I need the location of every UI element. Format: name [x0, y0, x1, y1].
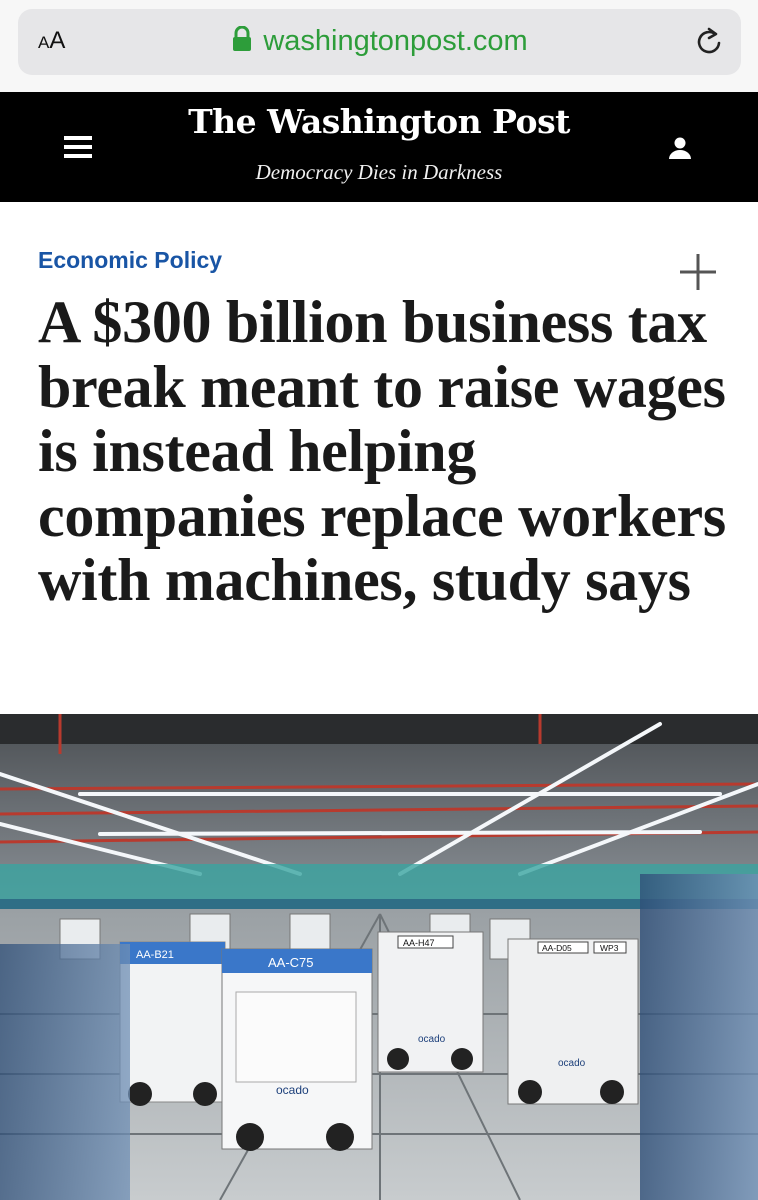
site-logo[interactable]: The Washington Post [0, 102, 758, 141]
address-bar[interactable]: AA washingtonpost.com [18, 9, 741, 75]
site-tagline: Democracy Dies in Darkness [255, 160, 503, 184]
section-label[interactable]: Economic Policy [38, 247, 222, 274]
robot-aa-d05: AA-D05 WP3 ocado [507, 938, 639, 1105]
robot-label: AA-B21 [136, 949, 174, 961]
warehouse-robots-image: AA-B21 AA-C75 ocado AA-H47 ocado AA-D05 … [0, 714, 758, 1200]
robot-label: WP3 [600, 943, 619, 953]
lead-photo: AA-B21 AA-C75 ocado AA-H47 ocado AA-D05 … [0, 714, 758, 1200]
robot-brand: ocado [558, 1058, 586, 1069]
user-account-icon[interactable] [667, 136, 693, 162]
robot-aa-c75: AA-C75 ocado [221, 948, 373, 1151]
article-headline: A $300 billion business tax break meant … [38, 289, 726, 613]
site-header: The Washington Post Democracy Dies in Da… [0, 92, 758, 202]
url-text: washingtonpost.com [263, 25, 528, 57]
robot-aa-b21: AA-B21 [119, 941, 226, 1106]
robot-brand: ocado [276, 1083, 309, 1097]
browser-toolbar: AA washingtonpost.com [0, 0, 758, 92]
robot-label: AA-H47 [403, 938, 435, 948]
robot-label: AA-D05 [542, 943, 572, 953]
reload-icon[interactable] [693, 26, 725, 58]
robot-brand: ocado [418, 1034, 446, 1045]
robot-label: AA-C75 [268, 955, 314, 970]
plus-icon[interactable] [678, 252, 718, 292]
lock-icon [233, 26, 252, 51]
robot-aa-h47: AA-H47 ocado [377, 931, 484, 1073]
url-display[interactable]: washingtonpost.com [18, 25, 741, 58]
